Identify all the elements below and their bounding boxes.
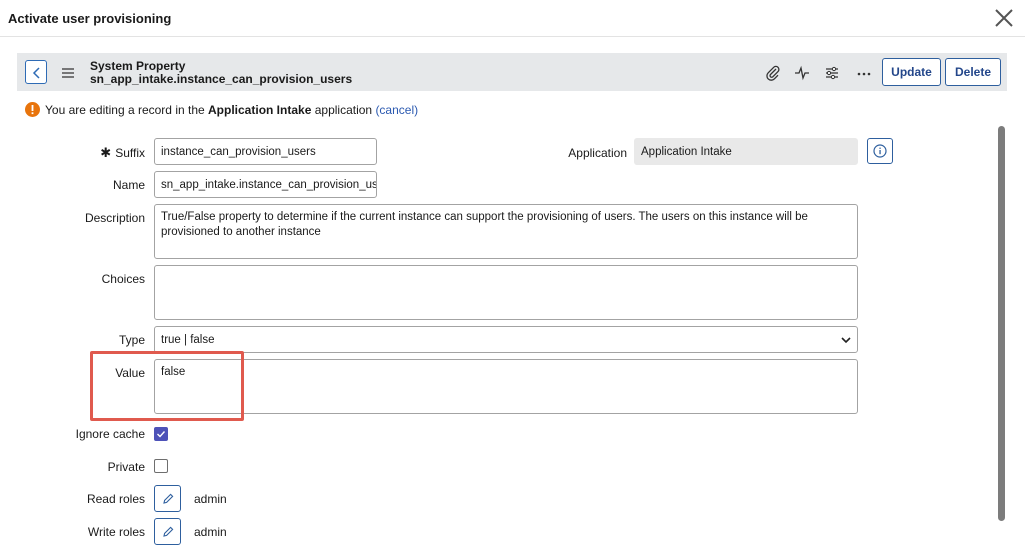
application-label: Application: [568, 146, 627, 160]
value-label: Value: [115, 366, 145, 380]
modal-header: Activate user provisioning: [0, 0, 1025, 37]
close-icon[interactable]: [992, 6, 1016, 30]
write-roles-label: Write roles: [87, 525, 145, 539]
warning-icon: [25, 102, 40, 117]
name-input[interactable]: sn_app_intake.instance_can_provision_us: [154, 171, 377, 198]
delete-button[interactable]: Delete: [945, 58, 1001, 86]
private-label: Private: [107, 460, 145, 474]
info-icon: [873, 144, 887, 158]
choices-label: Choices: [101, 272, 145, 286]
write-roles-edit-button[interactable]: [154, 518, 181, 545]
value-textarea[interactable]: false: [154, 359, 858, 414]
back-icon: [32, 67, 40, 79]
suffix-label: ✱ Suffix: [100, 145, 145, 160]
name-label: Name: [112, 178, 145, 192]
record-type: System Property: [90, 59, 186, 73]
read-roles-value: admin: [194, 492, 227, 506]
ignore-cache-label: Ignore cache: [75, 427, 145, 441]
required-icon: ✱: [100, 145, 112, 160]
read-roles-edit-button[interactable]: [154, 485, 181, 512]
modal-title: Activate user provisioning: [8, 11, 172, 26]
more-icon[interactable]: [855, 64, 873, 82]
notice-app-name: Application Intake: [208, 103, 312, 117]
notice-prefix: You are editing a record in the: [45, 103, 205, 117]
pencil-icon: [163, 493, 174, 504]
suffix-input[interactable]: instance_can_provision_users: [154, 138, 377, 165]
scrollbar-thumb[interactable]: [998, 126, 1005, 521]
back-button[interactable]: [25, 60, 47, 84]
private-checkbox[interactable]: [154, 459, 168, 473]
choices-textarea[interactable]: [154, 265, 858, 320]
type-selected-value: true | false: [161, 334, 215, 346]
description-label: Description: [84, 211, 145, 225]
notice-suffix: application: [314, 103, 373, 117]
paperclip-icon[interactable]: [764, 64, 782, 82]
chevron-down-icon: [841, 337, 851, 344]
update-button[interactable]: Update: [882, 58, 941, 86]
type-label: Type: [118, 333, 145, 347]
info-button[interactable]: [867, 138, 893, 164]
checkmark-icon: [157, 431, 166, 438]
form-header: System Property sn_app_intake.instance_c…: [17, 53, 1007, 91]
pencil-icon: [163, 526, 174, 537]
application-field: Application Intake: [634, 138, 858, 165]
read-roles-label: Read roles: [86, 492, 145, 506]
activity-icon[interactable]: [793, 64, 811, 82]
write-roles-value: admin: [194, 525, 227, 539]
hamburger-icon[interactable]: [62, 67, 74, 78]
cancel-link[interactable]: (cancel): [375, 103, 418, 117]
description-textarea[interactable]: True/False property to determine if the …: [154, 204, 858, 259]
type-select[interactable]: true | false: [154, 326, 858, 353]
sliders-icon[interactable]: [823, 64, 841, 82]
record-name: sn_app_intake.instance_can_provision_use…: [90, 72, 353, 86]
ignore-cache-checkbox[interactable]: [154, 427, 168, 441]
